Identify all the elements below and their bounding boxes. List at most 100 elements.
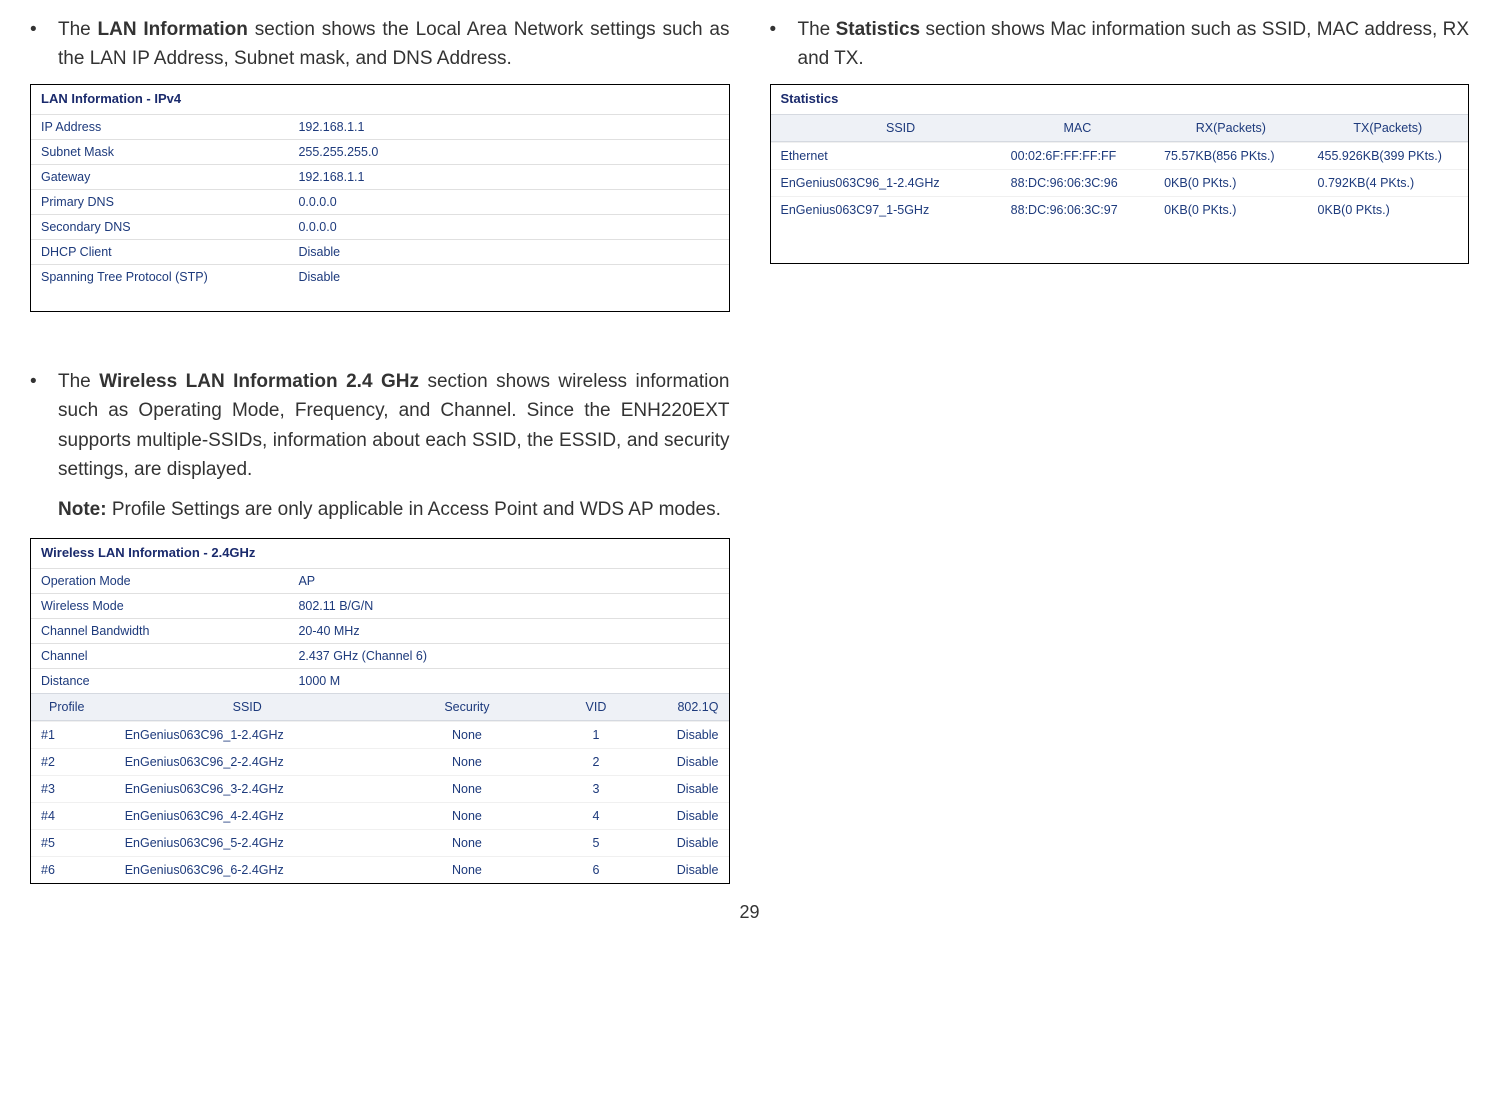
cell-security: None <box>380 722 554 748</box>
row-value: 802.11 B/G/N <box>298 599 718 613</box>
row-value: 1000 M <box>298 674 718 688</box>
ssid-row: #3EnGenius063C96_3-2.4GHzNone3Disable <box>31 775 729 802</box>
table-row: Wireless Mode802.11 B/G/N <box>31 593 729 618</box>
stats-row: EnGenius063C97_1-5GHz88:DC:96:06:3C:970K… <box>771 196 1469 223</box>
text-bold: Wireless LAN Information 2.4 GHz <box>99 371 419 392</box>
row-value: 192.168.1.1 <box>298 170 718 184</box>
panel-title: LAN Information - IPv4 <box>31 85 729 114</box>
table-row: Channel2.437 GHz (Channel 6) <box>31 643 729 668</box>
row-label: Channel <box>41 649 298 663</box>
text-bold: Note: <box>58 499 107 520</box>
cell-vid: 1 <box>554 722 638 748</box>
row-label: Spanning Tree Protocol (STP) <box>41 270 298 284</box>
ssid-row: #2EnGenius063C96_2-2.4GHzNone2Disable <box>31 748 729 775</box>
bullet-icon: • <box>30 367 42 485</box>
row-value: Disable <box>298 245 718 259</box>
cell-8021q: Disable <box>638 857 729 883</box>
wlan-info-text: The Wireless LAN Information 2.4 GHz sec… <box>58 367 730 485</box>
wlan-info-panel: Wireless LAN Information - 2.4GHz Operat… <box>30 538 730 884</box>
row-value: 255.255.255.0 <box>298 145 718 159</box>
cell-vid: 5 <box>554 830 638 856</box>
cell-profile: #1 <box>31 722 115 748</box>
text-segment: The <box>798 19 836 40</box>
row-label: IP Address <box>41 120 298 134</box>
text-bold: Statistics <box>836 19 920 40</box>
table-row: Distance1000 M <box>31 668 729 693</box>
bullet-icon: • <box>30 15 42 74</box>
col-header-8021q: 802.1Q <box>638 694 729 720</box>
col-header-mac: MAC <box>1001 115 1154 141</box>
cell-mac: 88:DC:96:06:3C:96 <box>1001 170 1154 196</box>
cell-mac: 88:DC:96:06:3C:97 <box>1001 197 1154 223</box>
row-value: 192.168.1.1 <box>298 120 718 134</box>
table-row: Channel Bandwidth20-40 MHz <box>31 618 729 643</box>
cell-rx: 0KB(0 PKts.) <box>1154 170 1307 196</box>
cell-8021q: Disable <box>638 749 729 775</box>
ssid-row: #4EnGenius063C96_4-2.4GHzNone4Disable <box>31 802 729 829</box>
bullet-icon: • <box>770 15 782 74</box>
cell-rx: 0KB(0 PKts.) <box>1154 197 1307 223</box>
statistics-panel: Statistics SSID MAC RX(Packets) TX(Packe… <box>770 84 1470 264</box>
cell-ssid: EnGenius063C96_5-2.4GHz <box>115 830 380 856</box>
ssid-row: #6EnGenius063C96_6-2.4GHzNone6Disable <box>31 856 729 883</box>
panel-title: Statistics <box>771 85 1469 114</box>
row-label: Subnet Mask <box>41 145 298 159</box>
table-row: Spanning Tree Protocol (STP)Disable <box>31 264 729 289</box>
lan-info-panel: LAN Information - IPv4 IP Address192.168… <box>30 84 730 312</box>
table-row: Secondary DNS0.0.0.0 <box>31 214 729 239</box>
cell-8021q: Disable <box>638 722 729 748</box>
row-value: 2.437 GHz (Channel 6) <box>298 649 718 663</box>
cell-vid: 6 <box>554 857 638 883</box>
row-value: AP <box>298 574 718 588</box>
cell-profile: #6 <box>31 857 115 883</box>
col-header-ssid: SSID <box>115 694 380 720</box>
col-header-ssid: SSID <box>771 115 1001 141</box>
table-row: Gateway192.168.1.1 <box>31 164 729 189</box>
row-label: Primary DNS <box>41 195 298 209</box>
row-label: Operation Mode <box>41 574 298 588</box>
statistics-text: The Statistics section shows Mac informa… <box>798 15 1470 74</box>
cell-8021q: Disable <box>638 830 729 856</box>
page-number: 29 <box>30 902 1469 923</box>
cell-ssid: EnGenius063C96_1-2.4GHz <box>115 722 380 748</box>
cell-security: None <box>380 776 554 802</box>
ssid-table-header: Profile SSID Security VID 802.1Q <box>31 693 729 721</box>
text-segment: Profile Settings are only applicable in … <box>107 499 721 520</box>
table-row: Operation ModeAP <box>31 568 729 593</box>
cell-mac: 00:02:6F:FF:FF:FF <box>1001 143 1154 169</box>
cell-profile: #4 <box>31 803 115 829</box>
lan-info-text: The LAN Information section shows the Lo… <box>58 15 730 74</box>
cell-ssid: EnGenius063C96_1-2.4GHz <box>771 170 1001 196</box>
cell-ssid: EnGenius063C96_3-2.4GHz <box>115 776 380 802</box>
col-header-vid: VID <box>554 694 638 720</box>
note-text: Note: Profile Settings are only applicab… <box>30 495 730 524</box>
ssid-row: #5EnGenius063C96_5-2.4GHzNone5Disable <box>31 829 729 856</box>
col-header-security: Security <box>380 694 554 720</box>
row-label: DHCP Client <box>41 245 298 259</box>
table-row: Primary DNS0.0.0.0 <box>31 189 729 214</box>
cell-tx: 0.792KB(4 PKts.) <box>1308 170 1468 196</box>
col-header-tx: TX(Packets) <box>1308 115 1468 141</box>
cell-vid: 3 <box>554 776 638 802</box>
col-header-rx: RX(Packets) <box>1154 115 1307 141</box>
text-bold: LAN Information <box>98 19 248 40</box>
cell-tx: 455.926KB(399 PKts.) <box>1308 143 1468 169</box>
cell-security: None <box>380 749 554 775</box>
lan-info-description: • The LAN Information section shows the … <box>30 15 730 74</box>
ssid-row: #1EnGenius063C96_1-2.4GHzNone1Disable <box>31 721 729 748</box>
stats-table-header: SSID MAC RX(Packets) TX(Packets) <box>771 114 1469 142</box>
row-label: Gateway <box>41 170 298 184</box>
table-row: IP Address192.168.1.1 <box>31 114 729 139</box>
cell-profile: #2 <box>31 749 115 775</box>
row-value: 0.0.0.0 <box>298 220 718 234</box>
wlan-info-description: • The Wireless LAN Information 2.4 GHz s… <box>30 367 730 485</box>
stats-row: Ethernet00:02:6F:FF:FF:FF75.57KB(856 PKt… <box>771 142 1469 169</box>
cell-ssid: EnGenius063C96_6-2.4GHz <box>115 857 380 883</box>
cell-ssid: EnGenius063C96_2-2.4GHz <box>115 749 380 775</box>
statistics-description: • The Statistics section shows Mac infor… <box>770 15 1470 74</box>
row-value: 20-40 MHz <box>298 624 718 638</box>
cell-rx: 75.57KB(856 PKts.) <box>1154 143 1307 169</box>
row-label: Channel Bandwidth <box>41 624 298 638</box>
cell-security: None <box>380 830 554 856</box>
row-label: Distance <box>41 674 298 688</box>
